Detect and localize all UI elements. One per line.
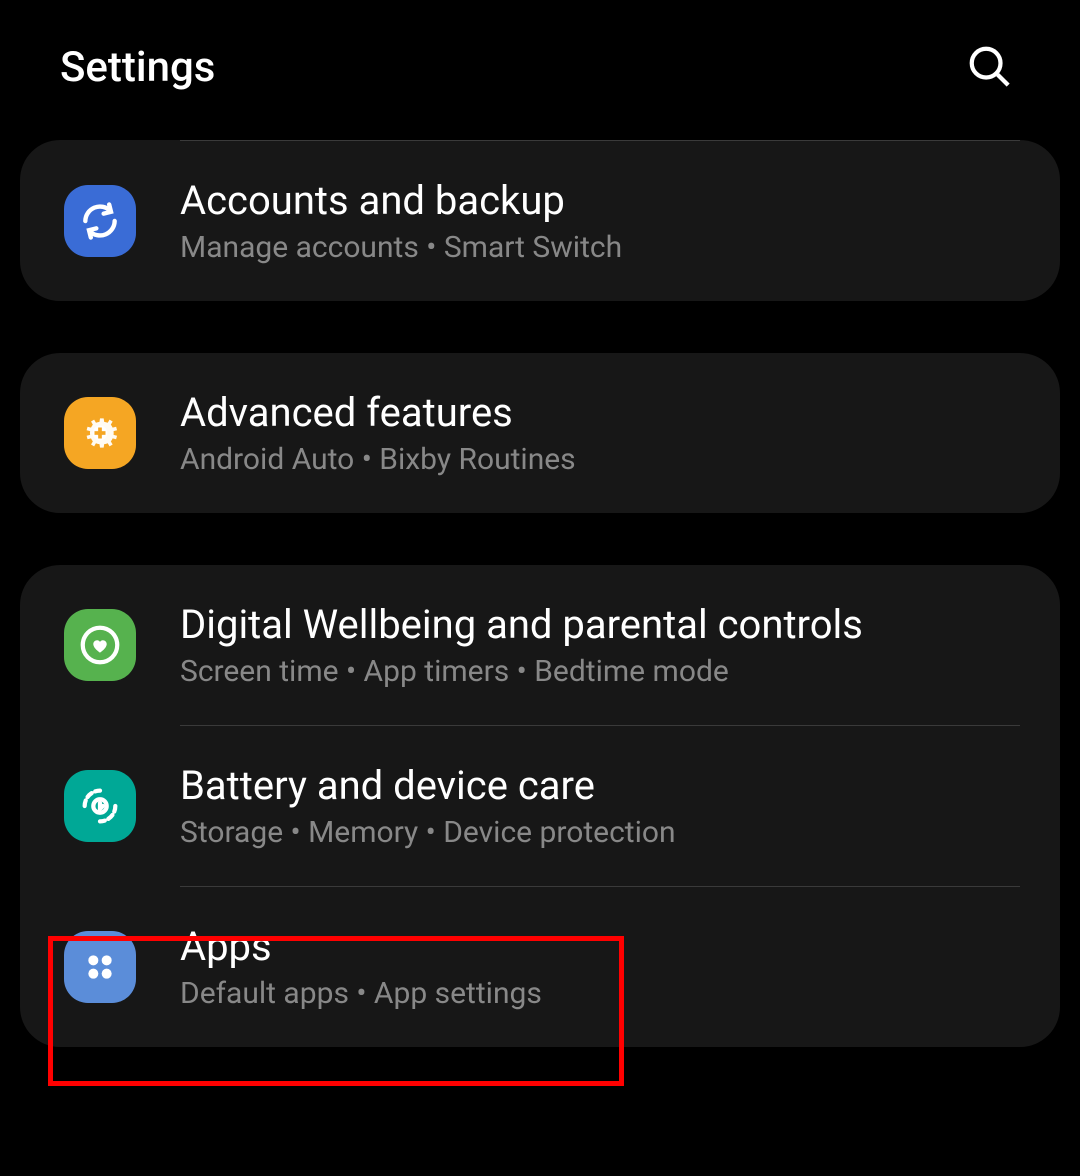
settings-item-subtitle: Screen time • App timers • Bedtime mode <box>180 654 863 689</box>
gear-plus-icon <box>64 397 136 469</box>
page-title: Settings <box>60 43 215 92</box>
settings-item-accounts[interactable]: Accounts and backup Manage accounts • Sm… <box>20 141 1060 301</box>
search-icon <box>966 43 1012 89</box>
settings-item-title: Digital Wellbeing and parental controls <box>180 601 863 648</box>
settings-item-title: Advanced features <box>180 389 576 436</box>
settings-item-text: Accounts and backup Manage accounts • Sm… <box>180 177 622 265</box>
settings-item-subtitle: Default apps • App settings <box>180 976 542 1011</box>
settings-item-advanced[interactable]: Advanced features Android Auto • Bixby R… <box>20 353 1060 513</box>
search-button[interactable] <box>958 35 1020 100</box>
settings-item-apps[interactable]: Apps Default apps • App settings <box>20 887 1060 1047</box>
header: Settings <box>0 0 1080 140</box>
settings-item-title: Battery and device care <box>180 762 676 809</box>
settings-item-title: Apps <box>180 923 542 970</box>
settings-group-advanced: Advanced features Android Auto • Bixby R… <box>20 353 1060 513</box>
settings-item-wellbeing[interactable]: Digital Wellbeing and parental controls … <box>20 565 1060 725</box>
settings-item-battery[interactable]: Battery and device care Storage • Memory… <box>20 726 1060 886</box>
settings-group-device: Digital Wellbeing and parental controls … <box>20 565 1060 1047</box>
settings-item-text: Battery and device care Storage • Memory… <box>180 762 676 850</box>
sync-icon <box>64 185 136 257</box>
settings-item-text: Apps Default apps • App settings <box>180 923 542 1011</box>
settings-item-text: Digital Wellbeing and parental controls … <box>180 601 863 689</box>
heart-circle-icon <box>64 609 136 681</box>
settings-item-subtitle: Storage • Memory • Device protection <box>180 815 676 850</box>
settings-item-title: Accounts and backup <box>180 177 622 224</box>
battery-care-icon <box>64 770 136 842</box>
settings-group-accounts: Accounts and backup Manage accounts • Sm… <box>20 140 1060 301</box>
settings-item-text: Advanced features Android Auto • Bixby R… <box>180 389 576 477</box>
settings-item-subtitle: Android Auto • Bixby Routines <box>180 442 576 477</box>
apps-grid-icon <box>64 931 136 1003</box>
settings-item-subtitle: Manage accounts • Smart Switch <box>180 230 622 265</box>
